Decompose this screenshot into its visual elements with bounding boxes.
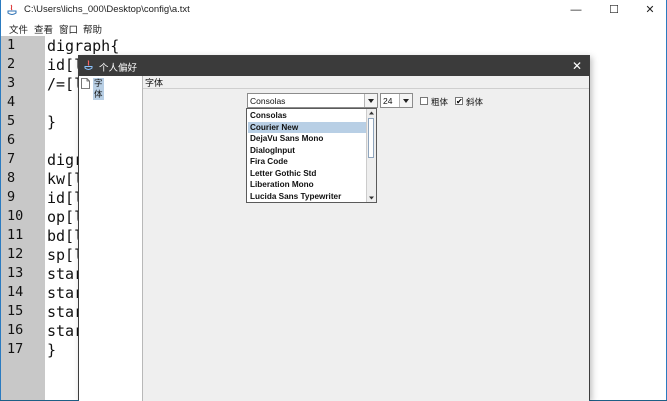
dialog-title: 个人偏好 [99,63,138,74]
menu-view[interactable]: 查看 [34,22,53,36]
bold-label: 粗体 [431,97,449,107]
menu-bar: 文件 查看 窗口 帮助 [1,20,666,37]
line-number: 10 [7,208,24,224]
window-titlebar[interactable]: C:\Users\lichs_000\Desktop\config\a.txt … [1,0,666,20]
line-number: 9 [7,189,16,205]
font-family-combo[interactable]: Consolas [247,93,378,108]
chevron-down-icon[interactable] [364,94,377,107]
line-number: 3 [7,75,16,91]
document-icon [81,78,90,89]
code-line: } [47,113,57,131]
dialog-close-button[interactable]: ✕ [569,56,585,76]
chevron-down-icon[interactable] [399,94,412,107]
preferences-tree: 字体 [79,76,143,401]
font-option[interactable]: DejaVu Sans Mono [248,133,367,145]
scrollbar-thumb[interactable] [368,118,374,158]
font-family-dropdown-list: Consolas Courier New DejaVu Sans Mono Di… [246,108,377,203]
java-app-icon [84,60,93,70]
tree-item-label: 字体 [93,78,104,100]
line-number: 12 [7,246,24,262]
line-number: 13 [7,265,24,281]
minimize-button[interactable]: — [562,0,590,20]
font-option-selected[interactable]: Courier New [248,121,367,133]
font-option[interactable]: Consolas [248,110,367,122]
font-size-combo[interactable]: 24 [380,93,413,108]
checkmark-icon: ✔ [456,97,463,106]
code-line: digraph{ [47,37,120,55]
line-number: 4 [7,94,16,110]
line-number: 14 [7,284,24,300]
line-number: 1 [7,37,16,53]
panel-divider [143,88,589,89]
font-option[interactable]: DialogInput [248,145,367,157]
font-family-value: Consolas [250,96,286,106]
line-number: 6 [7,132,16,148]
preferences-dialog: 个人偏好 ✕ 字体 字体 Consolas 24 粗体 ✔ 斜体 [78,55,590,401]
scroll-down-icon[interactable] [367,194,376,202]
menu-help[interactable]: 帮助 [83,22,102,36]
scroll-up-icon[interactable] [367,109,376,117]
line-number: 8 [7,170,16,186]
font-option[interactable]: Letter Gothic Std [248,168,367,180]
window-title: C:\Users\lichs_000\Desktop\config\a.txt [24,4,190,15]
menu-file[interactable]: 文件 [9,22,28,36]
line-number-gutter: 1 2 3 4 5 6 7 8 9 10 11 12 13 14 15 16 1… [1,36,45,400]
close-button[interactable]: ✕ [636,0,664,20]
line-number: 11 [7,227,24,243]
line-number: 2 [7,56,16,72]
bold-checkbox[interactable] [420,97,428,105]
line-number: 16 [7,322,24,338]
font-option[interactable]: Fira Code [248,156,367,168]
java-app-icon [7,4,17,15]
code-line: } [47,341,57,359]
dropdown-scrollbar[interactable] [366,109,376,202]
font-size-value: 24 [383,96,393,106]
line-number: 17 [7,341,24,357]
line-number: 5 [7,113,16,129]
line-number: 7 [7,151,16,167]
italic-label: 斜体 [466,97,484,107]
menu-window[interactable]: 窗口 [59,22,78,36]
line-number: 15 [7,303,24,319]
font-option[interactable]: Liberation Mono [248,179,367,191]
font-option[interactable]: Lucida Sans Typewriter [248,191,367,203]
maximize-button[interactable]: ☐ [600,0,628,20]
italic-checkbox[interactable]: ✔ [455,97,463,106]
dialog-titlebar[interactable]: 个人偏好 ✕ [79,56,589,76]
